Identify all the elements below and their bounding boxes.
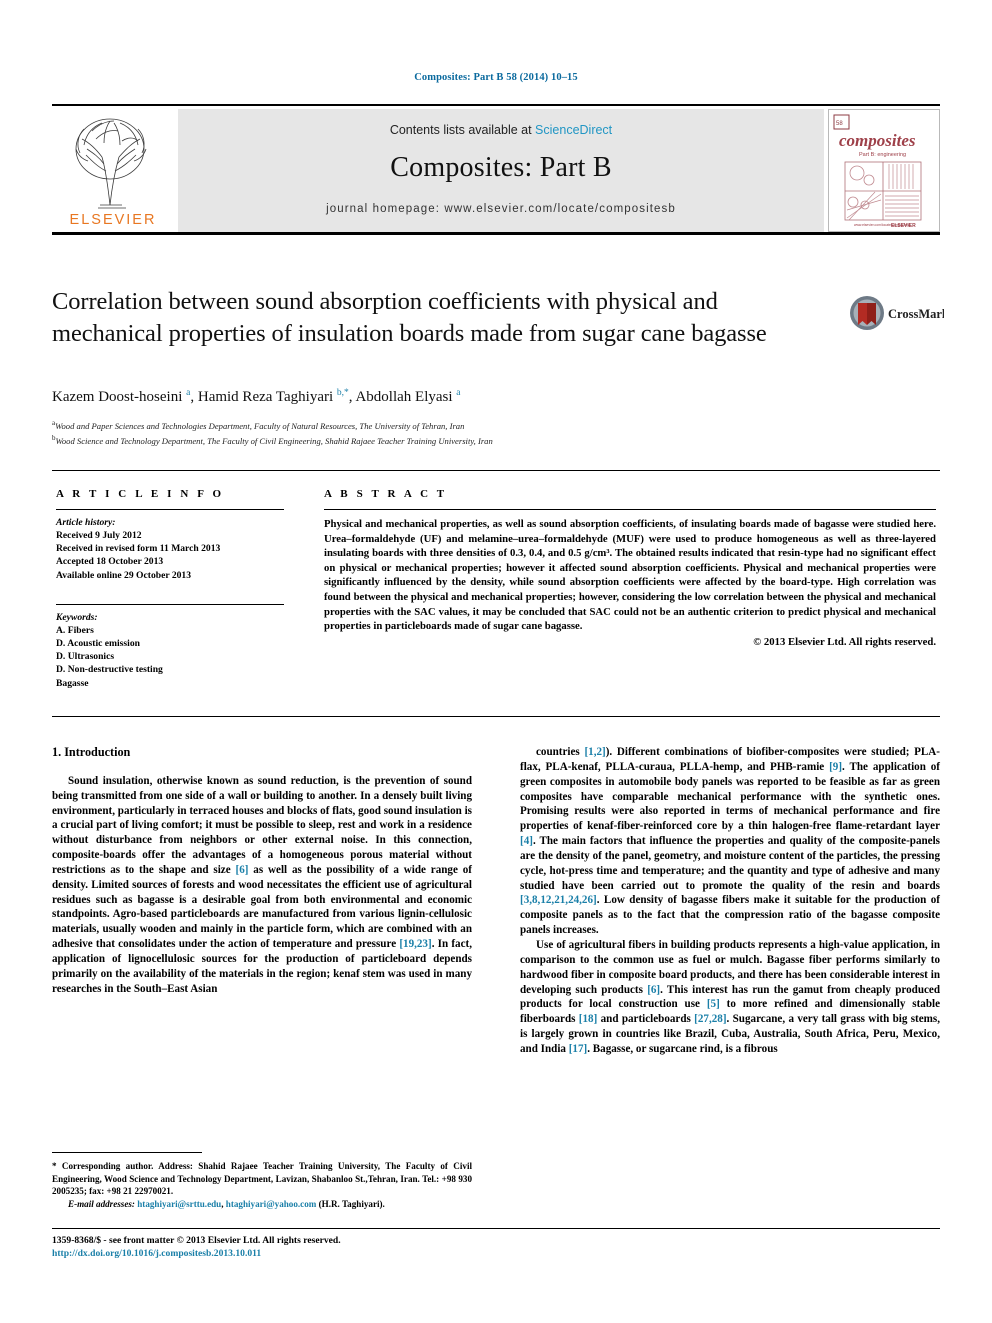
citation-ref[interactable]: [3,8,12,21,24,26] xyxy=(520,894,597,906)
sciencedirect-link[interactable]: ScienceDirect xyxy=(535,123,612,137)
elsevier-wordmark: ELSEVIER xyxy=(69,212,157,228)
info-panel-bottom-rule xyxy=(52,716,940,717)
email-label: E-mail addresses: xyxy=(68,1198,135,1209)
authors-text: Kazem Doost-hoseini a, Hamid Reza Taghiy… xyxy=(52,388,461,405)
abstract-column: A B S T R A C T Physical and mechanical … xyxy=(324,488,936,648)
section-heading-introduction: 1. Introduction xyxy=(52,745,131,759)
running-head: Composites: Part B 58 (2014) 10–15 xyxy=(414,72,578,83)
corresponding-author-footnote: * Corresponding author. Address: Shahid … xyxy=(52,1160,472,1210)
article-info-heading: A R T I C L E I N F O xyxy=(56,488,225,500)
citation-ref[interactable]: [19,23] xyxy=(399,938,431,950)
svg-text:Part B: engineering: Part B: engineering xyxy=(859,152,906,158)
paragraph-text: and particleboards xyxy=(597,1013,695,1026)
paragraph-text: . Bagasse, or sugarcane rind, is a fibro… xyxy=(587,1042,778,1055)
issn-line: 1359-8368/$ - see front matter © 2013 El… xyxy=(52,1235,341,1246)
history-online: Available online 29 October 2013 xyxy=(56,569,192,581)
paper-page: Composites: Part B 58 (2014) 10–15 ELSEV… xyxy=(0,0,992,1323)
masthead-bottom-rule xyxy=(52,232,940,235)
citation-ref[interactable]: [1,2] xyxy=(584,746,605,758)
citation-ref[interactable]: [6] xyxy=(236,864,249,876)
email-link-1[interactable]: htaghiyari@srttu.edu xyxy=(137,1199,221,1209)
author-list: Kazem Doost-hoseini a, Hamid Reza Taghiy… xyxy=(52,388,912,406)
email-line: E-mail addresses: htaghiyari@srttu.edu, … xyxy=(52,1198,472,1211)
page-title: Correlation between sound absorption coe… xyxy=(52,288,767,347)
citation-ref[interactable]: [9] xyxy=(829,761,842,773)
citation-ref[interactable]: [6] xyxy=(647,984,660,996)
paragraph-text: countries xyxy=(536,746,585,758)
journal-cover-thumbnail: 58 composites Part B: engineering www.el… xyxy=(828,109,940,232)
keywords-label: Keywords: xyxy=(56,611,98,623)
svg-text:composites: composites xyxy=(839,131,916,150)
body-column-left: 1. Introduction Sound insulation, otherw… xyxy=(52,745,472,997)
keyword-item: A. Fibers xyxy=(56,624,94,636)
issn-footer: 1359-8368/$ - see front matter © 2013 El… xyxy=(52,1234,612,1260)
keywords-divider xyxy=(56,603,284,605)
masthead-band: Contents lists available at ScienceDirec… xyxy=(178,109,824,232)
elsevier-tree-icon xyxy=(75,118,147,209)
info-divider xyxy=(56,509,284,510)
paragraph-text: . The main factors that influence the pr… xyxy=(520,835,940,892)
elsevier-logo: ELSEVIER xyxy=(52,109,174,232)
body-column-right: countries [1,2]). Different combinations… xyxy=(520,745,940,1057)
contents-available-text: Contents lists available at xyxy=(389,123,536,137)
doi-link[interactable]: http://dx.doi.org/10.1016/j.compositesb.… xyxy=(52,1247,612,1260)
affiliation-a: aWood and Paper Sciences and Technologie… xyxy=(52,417,912,432)
crossmark-badge[interactable]: CrossMark xyxy=(848,292,949,336)
affiliation-text-b: Wood Science and Technology Department, … xyxy=(55,436,493,447)
citation-ref[interactable]: [27,28] xyxy=(694,1013,726,1025)
citation-ref[interactable]: [5] xyxy=(707,998,720,1010)
history-received: Received 9 July 2012 xyxy=(56,530,142,541)
journal-homepage[interactable]: journal homepage: www.elsevier.com/locat… xyxy=(178,203,824,215)
journal-title: Composites: Part B xyxy=(390,152,612,183)
cover-artwork-icon: 58 composites Part B: engineering www.el… xyxy=(829,110,939,231)
abstract-rights: © 2013 Elsevier Ltd. All rights reserved… xyxy=(753,635,936,648)
article-history-label: Article history: xyxy=(56,517,116,528)
affiliation-b: bWood Science and Technology Department,… xyxy=(52,432,912,447)
abstract-divider xyxy=(324,509,936,510)
paragraph: Use of agricultural fibers in building p… xyxy=(520,938,940,1057)
affiliation-text-a: Wood and Paper Sciences and Technologies… xyxy=(55,420,465,431)
keyword-item: Bagasse xyxy=(56,677,89,689)
crossmark-label: CrossMark xyxy=(888,307,944,321)
email-link-2[interactable]: htaghiyari@yahoo.com xyxy=(226,1199,317,1209)
crossmark-icon: CrossMark xyxy=(850,296,949,330)
contents-available-line: Contents lists available at ScienceDirec… xyxy=(178,123,824,137)
article-info-column: A R T I C L E I N F O Article history: R… xyxy=(56,488,284,690)
keyword-item: D. Ultrasonics xyxy=(56,651,115,663)
history-revised: Received in revised form 11 March 2013 xyxy=(56,543,221,555)
abstract-text: Physical and mechanical properties, as w… xyxy=(324,518,936,633)
citation-ref[interactable]: [17] xyxy=(569,1043,587,1055)
footnote-rule xyxy=(52,1152,202,1153)
keywords-block: Keywords: A. Fibers D. Acoustic emission… xyxy=(56,603,284,690)
paragraph: Sound insulation, otherwise known as sou… xyxy=(52,774,472,997)
keyword-item: D. Acoustic emission xyxy=(56,638,140,650)
keyword-item: D. Non-destructive testing xyxy=(56,664,163,676)
corresponding-author-text: * Corresponding author. Address: Shahid … xyxy=(52,1161,472,1197)
history-accepted: Accepted 18 October 2013 xyxy=(56,556,164,568)
svg-text:ELSEVIER: ELSEVIER xyxy=(891,223,916,229)
email-owner: (H.R. Taghiyari). xyxy=(316,1198,385,1209)
citation-ref[interactable]: [18] xyxy=(579,1013,597,1025)
svg-text:58: 58 xyxy=(836,121,843,127)
issn-rule xyxy=(52,1228,940,1229)
info-panel-top-rule xyxy=(52,470,940,471)
affiliation-list: aWood and Paper Sciences and Technologie… xyxy=(52,417,912,448)
abstract-heading: A B S T R A C T xyxy=(324,488,448,500)
journal-masthead: ELSEVIER Contents lists available at Sci… xyxy=(52,104,940,232)
paragraph: countries [1,2]). Different combinations… xyxy=(520,745,940,938)
citation-ref[interactable]: [4] xyxy=(520,835,533,847)
paragraph-text: Sound insulation, otherwise known as sou… xyxy=(52,774,472,876)
